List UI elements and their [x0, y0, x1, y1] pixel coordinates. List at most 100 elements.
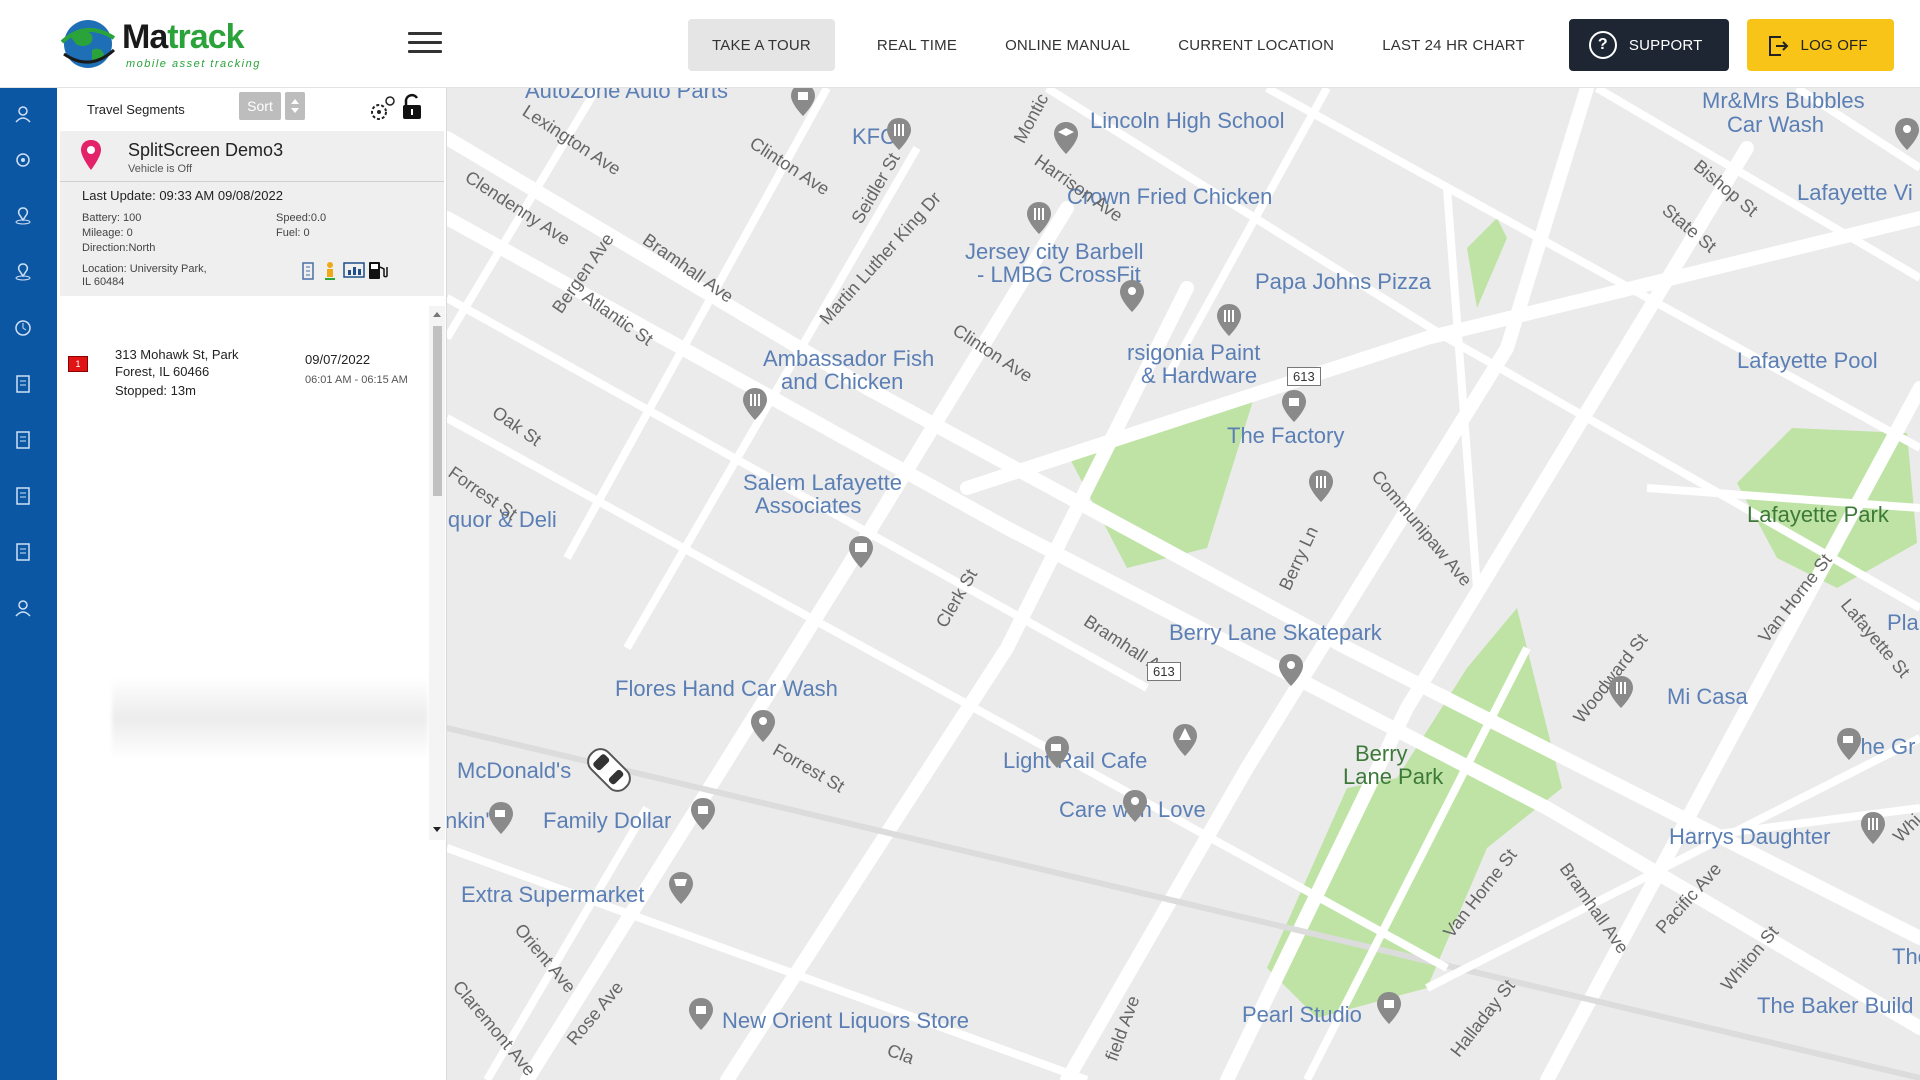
map-canvas[interactable]: AutoZone Auto Parts KFC Lincoln High Sch…: [447, 88, 1920, 1080]
poi-label[interactable]: Family Dollar: [543, 808, 671, 834]
scroll-down-icon[interactable]: [432, 826, 442, 834]
poi-label[interactable]: Pearl Studio: [1242, 1002, 1362, 1028]
route-shield: 613: [1147, 662, 1181, 681]
report-icon[interactable]: [13, 430, 33, 450]
last-update: Last Update: 09:33 AM 09/08/2022: [82, 188, 283, 203]
poi-label[interactable]: Papa Johns Pizza: [1255, 269, 1431, 295]
shopping-bag-icon[interactable]: [687, 996, 715, 1032]
user-icon[interactable]: [13, 104, 33, 124]
route-settings-icon[interactable]: [369, 94, 397, 122]
restaurant-icon[interactable]: [1215, 302, 1243, 338]
restaurant-icon[interactable]: [885, 116, 913, 152]
fuel-icon[interactable]: [367, 259, 389, 281]
poi-label[interactable]: New Orient Liquors Store: [722, 1008, 969, 1034]
poi-label[interactable]: Mr&Mrs Bubbles: [1702, 88, 1865, 114]
poi-label[interactable]: nkin': [447, 808, 490, 834]
report-icon[interactable]: [13, 374, 33, 394]
cafe-icon[interactable]: [1043, 734, 1071, 770]
logout-icon: [1768, 36, 1788, 56]
poi-label[interactable]: Extra Supermarket: [461, 882, 644, 908]
poi-label[interactable]: and Chicken: [781, 369, 903, 395]
poi-label[interactable]: Flores Hand Car Wash: [615, 676, 838, 702]
logoff-label: LOG OFF: [1800, 36, 1868, 54]
restaurant-icon[interactable]: [1607, 674, 1635, 710]
poi-label[interactable]: Plan: [1887, 610, 1920, 636]
report-icon[interactable]: [13, 486, 33, 506]
logoff-button[interactable]: LOG OFF: [1746, 19, 1894, 71]
segment-address: 313 Mohawk St, Park Forest, IL 60466 Sto…: [115, 346, 265, 399]
poi-label[interactable]: & Hardware: [1141, 363, 1257, 389]
sort-button[interactable]: Sort: [239, 92, 281, 120]
nav-take-a-tour[interactable]: TAKE A TOUR: [688, 19, 835, 71]
chart-icon[interactable]: [343, 261, 365, 281]
building-icon[interactable]: [300, 261, 318, 281]
park-label[interactable]: Lane Park: [1343, 765, 1443, 788]
park-label[interactable]: Lafayette Park: [1747, 503, 1889, 526]
poi-label[interactable]: AutoZone Auto Parts: [525, 88, 728, 104]
nav-last-24hr-chart[interactable]: LAST 24 HR CHART: [1358, 19, 1549, 71]
stop-badge: 1: [68, 356, 88, 372]
shopping-bag-icon[interactable]: [1280, 388, 1308, 424]
vehicle-card[interactable]: SplitScreen Demo3 Vehicle is Off Last Up…: [60, 131, 444, 296]
restaurant-icon[interactable]: [1307, 468, 1335, 504]
park-tree-icon[interactable]: [1171, 722, 1199, 758]
street-view-icon[interactable]: [322, 261, 338, 281]
poi-label[interactable]: Mi Casa: [1667, 684, 1748, 710]
place-pin-icon[interactable]: [1277, 652, 1305, 688]
fuel-value: Fuel: 0: [276, 227, 310, 239]
park-label[interactable]: Berry: [1355, 742, 1408, 765]
poi-label[interactable]: The Baker Build: [1757, 993, 1914, 1019]
segment-time: 06:01 AM - 06:15 AM: [305, 374, 408, 386]
shopping-bag-icon[interactable]: [789, 88, 817, 118]
account-icon[interactable]: [13, 598, 33, 618]
nav-online-manual[interactable]: ONLINE MANUAL: [981, 19, 1154, 71]
menu-toggle-icon[interactable]: [408, 32, 442, 54]
poi-label[interactable]: The: [1892, 944, 1920, 970]
matrack-logo[interactable]: Matrack mobile asset tracking: [56, 14, 276, 74]
restaurant-icon[interactable]: [1859, 810, 1887, 846]
restaurant-icon[interactable]: [741, 386, 769, 422]
poi-label[interactable]: The Factory: [1227, 423, 1344, 449]
poi-label[interactable]: Lincoln High School: [1090, 108, 1284, 134]
cafe-icon[interactable]: [1835, 726, 1863, 762]
travel-segments-panel: Travel Segments Sort SplitScreen Demo3 V…: [57, 88, 447, 1080]
list-scrollbar[interactable]: [429, 306, 445, 840]
gear-icon[interactable]: [13, 150, 33, 170]
nav-real-time[interactable]: REAL TIME: [853, 19, 981, 71]
vehicle-car-icon[interactable]: [579, 740, 639, 800]
poi-label[interactable]: Lafayette Pool: [1737, 348, 1878, 374]
shopping-cart-icon[interactable]: [667, 870, 695, 906]
poi-label[interactable]: Light Rail Cafe: [1003, 748, 1147, 774]
list-item[interactable]: 1 313 Mohawk St, Park Forest, IL 60466 S…: [60, 306, 410, 416]
unlock-icon[interactable]: [401, 92, 423, 122]
place-pin-icon[interactable]: [1121, 788, 1149, 824]
poi-label[interactable]: Car Wash: [1727, 112, 1824, 138]
sort-arrows-icon[interactable]: [285, 92, 305, 120]
divider: [60, 181, 444, 182]
scroll-up-icon[interactable]: [432, 310, 442, 318]
cafe-icon[interactable]: [487, 800, 515, 836]
poi-label[interactable]: Berry Lane Skatepark: [1169, 620, 1382, 646]
poi-label[interactable]: Lafayette Vi: [1797, 180, 1913, 206]
restaurant-icon[interactable]: [1025, 200, 1053, 236]
support-button[interactable]: ? SUPPORT: [1568, 19, 1729, 71]
place-pin-icon[interactable]: [1118, 278, 1146, 314]
school-icon[interactable]: [1052, 120, 1080, 156]
place-pin-icon[interactable]: [749, 708, 777, 744]
building-pin-icon[interactable]: [847, 534, 875, 570]
report-icon[interactable]: [13, 542, 33, 562]
poi-label[interactable]: - LMBG CrossFit: [977, 262, 1141, 288]
poi-label[interactable]: Associates: [755, 493, 861, 519]
nav-current-location[interactable]: CURRENT LOCATION: [1154, 19, 1358, 71]
geofence-icon[interactable]: [13, 206, 33, 226]
segment-stopped: Stopped: 13m: [115, 383, 196, 398]
place-pin-icon[interactable]: [1893, 116, 1920, 152]
location-pin-icon[interactable]: [13, 262, 33, 282]
shopping-bag-icon[interactable]: [689, 796, 717, 832]
poi-label[interactable]: Harrys Daughter: [1669, 824, 1830, 850]
history-icon[interactable]: [13, 318, 33, 338]
shopping-bag-icon[interactable]: [1375, 990, 1403, 1026]
help-icon: ?: [1588, 31, 1617, 59]
scroll-thumb[interactable]: [433, 326, 442, 496]
poi-label[interactable]: McDonald's: [457, 758, 571, 784]
